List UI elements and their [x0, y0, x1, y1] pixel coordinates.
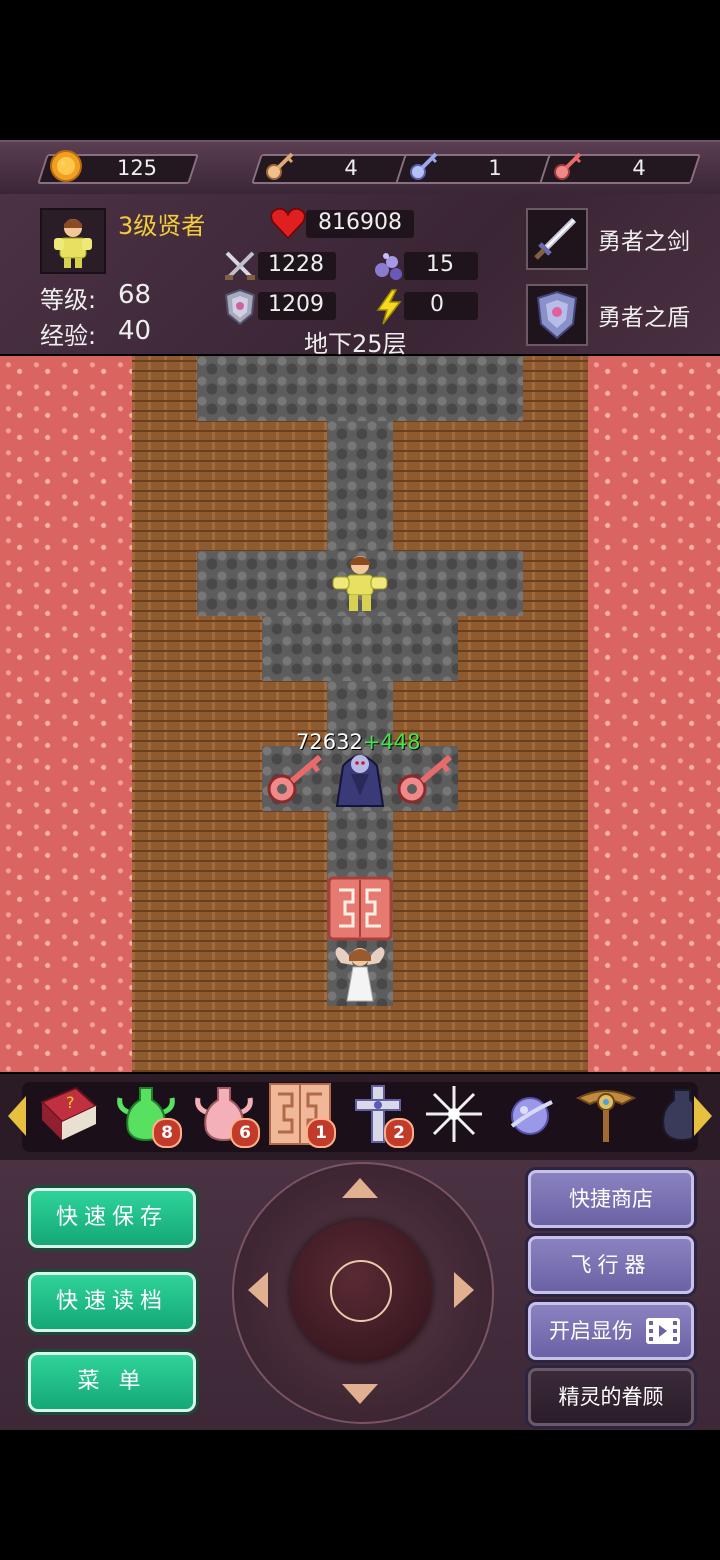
level-value: 68: [118, 280, 152, 310]
dpad-right-arrow-icon[interactable]: [452, 1270, 476, 1310]
dpad-down-arrow-icon[interactable]: [340, 1382, 380, 1406]
hero-sprite: [332, 556, 388, 611]
item-wing-staff[interactable]: [574, 1082, 638, 1146]
red-door[interactable]: [327, 876, 393, 941]
item-pink-potion[interactable]: 6: [192, 1082, 260, 1148]
yellow-key-value: 4: [344, 156, 358, 180]
scroll-right-arrow-icon[interactable]: [692, 1094, 714, 1138]
hero-avatar-icon: [54, 219, 92, 268]
menu-button[interactable]: 菜 单: [28, 1352, 196, 1412]
floor-label: 地下25层: [304, 330, 407, 358]
cross-count: 2: [384, 1118, 414, 1148]
dark-vase-icon: [662, 1089, 692, 1142]
wing-staff-icon: [575, 1090, 637, 1142]
red-key-item[interactable]: [262, 751, 328, 811]
item-orb[interactable]: [498, 1082, 562, 1146]
quick-save-button[interactable]: 快速保存: [28, 1188, 196, 1248]
shield-name: 勇者之盾: [598, 305, 690, 331]
item-cross[interactable]: 2: [346, 1082, 414, 1148]
quick-shop-button[interactable]: 快捷商店: [528, 1170, 694, 1228]
floor-wide: [262, 616, 458, 681]
orb-icon: [510, 1097, 553, 1135]
exp-value: 40: [118, 316, 152, 346]
quick-load-button[interactable]: 快速读档: [28, 1272, 196, 1332]
floor-corridor-1: [327, 421, 393, 551]
red-key-value: 4: [632, 156, 646, 180]
defense-shield-icon: [224, 288, 256, 326]
control-area: 快速保存 快速读档 菜 单 快捷商店 飞行器 开启显伤 精灵的眷顾: [0, 1160, 720, 1430]
blue-key-icon: [410, 152, 438, 180]
gold-coin-icon: [50, 150, 82, 182]
red-key-item[interactable]: [392, 751, 458, 811]
floor-top: [197, 356, 523, 421]
show-damage-button[interactable]: 开启显伤: [528, 1302, 694, 1360]
gold-value: 125: [116, 156, 158, 180]
blue-key-counter: 1: [395, 152, 557, 184]
shield-slot[interactable]: [526, 284, 588, 346]
item-dark-vase[interactable]: [650, 1082, 692, 1146]
attack-value: 1228: [268, 252, 324, 277]
door-count: 1: [306, 1118, 336, 1148]
yellow-key-icon: [266, 152, 294, 180]
lava-right: [588, 356, 720, 1072]
level-label: 等级:: [40, 286, 97, 314]
lightning-icon: [376, 289, 402, 325]
red-key-counter: 4: [539, 152, 701, 184]
hero-title: 3级贤者: [118, 212, 206, 240]
exp-label: 经验:: [40, 322, 97, 350]
blue-key-value: 1: [488, 156, 502, 180]
dpad-up-arrow-icon[interactable]: [340, 1176, 380, 1200]
item-monster-book[interactable]: ?: [36, 1082, 100, 1146]
magic-defense-icon: [375, 253, 402, 280]
flyer-button[interactable]: 飞行器: [528, 1236, 694, 1294]
pink-potion-count: 6: [230, 1118, 260, 1148]
item-door[interactable]: 1: [268, 1082, 336, 1148]
scroll-left-arrow-icon[interactable]: [6, 1094, 28, 1138]
monster-book-icon: ?: [40, 1086, 98, 1140]
heart-icon: [270, 208, 306, 240]
hero-portrait: [40, 208, 106, 274]
show-damage-label: 开启显伤: [549, 1319, 633, 1343]
item-green-potion[interactable]: 8: [114, 1082, 182, 1148]
item-bar: ? 8 6 1 2: [0, 1074, 720, 1160]
lava-left: [0, 356, 132, 1072]
defense-value: 1209: [268, 292, 324, 317]
shield-icon: [536, 290, 578, 340]
attack-swords-icon: [225, 251, 255, 280]
svg-text:?: ?: [66, 1093, 75, 1112]
green-potion-count: 8: [152, 1118, 182, 1148]
yellow-key-counter: 4: [251, 152, 413, 184]
dpad-center-ring: [330, 1260, 392, 1322]
item-snowflake[interactable]: [422, 1082, 486, 1146]
game-map[interactable]: 72632+448: [0, 356, 720, 1072]
sword-icon: [534, 217, 577, 260]
magic-defense-value: 15: [426, 252, 454, 277]
weapon-slot[interactable]: [526, 208, 588, 270]
red-key-icon: [554, 152, 582, 180]
stats-panel: 3级贤者 等级: 68 经验: 40 816908 1228 1209 15 0…: [0, 194, 720, 358]
fairy-blessing-button[interactable]: 精灵的眷顾: [528, 1368, 694, 1426]
video-ad-icon: [646, 1318, 680, 1344]
fairy-npc[interactable]: [327, 941, 393, 1006]
weapon-name: 勇者之剑: [598, 229, 690, 255]
snowflake-icon: [426, 1086, 482, 1142]
dpad-left-arrow-icon[interactable]: [246, 1270, 270, 1310]
gold-counter: 125: [37, 150, 199, 184]
speed-value: 0: [430, 292, 444, 317]
vampire-enemy[interactable]: [327, 746, 393, 811]
hp-value: 816908: [318, 210, 402, 235]
resource-bar: 125 4 1 4: [0, 140, 720, 194]
